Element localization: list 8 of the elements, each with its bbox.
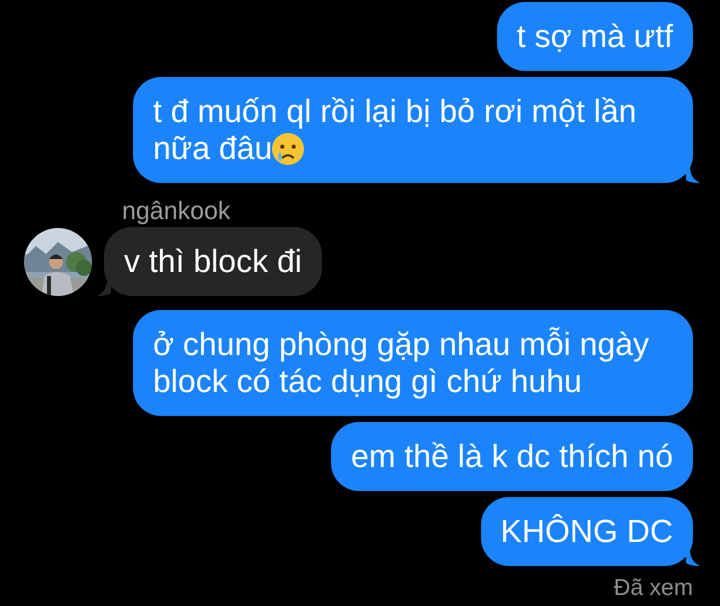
read-receipt: Đã xem bbox=[614, 574, 693, 600]
message-text: em thề là k dc thích nó bbox=[351, 438, 673, 474]
message-text: t đ muốn ql rồi lại bị bỏ rơi một lần nữa đâu bbox=[153, 93, 636, 166]
message-text: KHÔNG DC bbox=[500, 513, 673, 549]
sender-name: ngânkook bbox=[122, 197, 230, 225]
message-text: ở chung phòng gặp nhau mỗi ngày block có tác dụng gì chứ huhu bbox=[153, 326, 650, 399]
message-text: v thì block đi bbox=[124, 243, 302, 279]
message-text: t sợ mà ưtf bbox=[516, 18, 673, 54]
